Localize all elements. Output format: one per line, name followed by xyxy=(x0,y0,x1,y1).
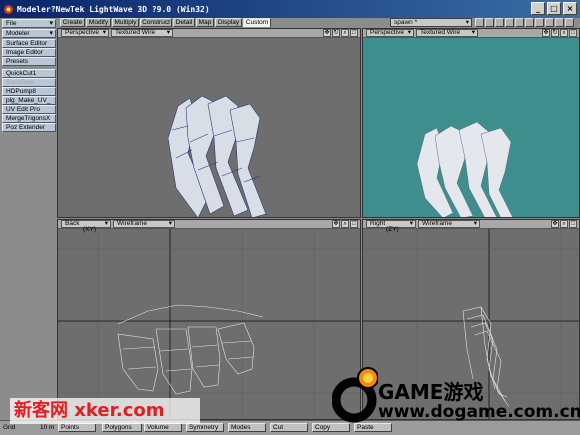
dogame-url: www.dogame.com.cn xyxy=(378,402,580,422)
zoom-view-icon[interactable]: ⌕ xyxy=(341,220,349,228)
plugin-make-uv-button[interactable]: plg_Make_UV_ xyxy=(2,96,56,105)
spawn-dropdown[interactable]: spawn * xyxy=(390,18,472,27)
presets-button[interactable]: Presets xyxy=(2,57,56,66)
xker-watermark: 新客网 xker.com xyxy=(10,398,200,424)
viewport-canvas[interactable] xyxy=(58,38,360,217)
left-toolbar: File Modeler Surface Editor Image Editor… xyxy=(0,18,57,420)
view-type-label: Back xyxy=(65,220,80,227)
hand-mesh-textured xyxy=(416,121,513,217)
viewport-top-right[interactable]: Perspective Textured Wire ✥ ↻ ⌕ □ xyxy=(362,28,580,218)
tab-multiply[interactable]: Multiply xyxy=(112,18,139,27)
symmetry-button[interactable]: Symmetry xyxy=(186,423,224,432)
view-type-dropdown[interactable]: Back (XY) xyxy=(61,220,111,233)
modes-dropdown[interactable]: Modes xyxy=(228,423,266,432)
plugin-uv-edit-pro-button[interactable]: UV Edit Pro xyxy=(2,105,56,114)
viewport-canvas[interactable] xyxy=(363,38,579,217)
viewport-header: Back (XY) Wireframe ✥ ⌕ □ xyxy=(58,220,360,233)
maximize-view-icon[interactable]: □ xyxy=(350,29,358,37)
surface-editor-button[interactable]: Surface Editor xyxy=(2,39,56,48)
layer-button-9[interactable] xyxy=(555,18,564,27)
layer-button-7[interactable] xyxy=(535,18,544,27)
cut-button[interactable]: Cut xyxy=(270,423,308,432)
points-mode-button[interactable]: Points xyxy=(58,423,96,432)
zoom-view-icon[interactable]: ⌕ xyxy=(560,220,568,228)
plugin-quickcut-button[interactable]: QuickCut1 xyxy=(2,69,56,78)
move-view-icon[interactable]: ✥ xyxy=(551,220,559,228)
title-bar: Modeler?NewTek LightWave 3D ?9.0 (Win32)… xyxy=(0,0,580,18)
viewport-header: Right (ZY) Wireframe ✥ ⌕ □ xyxy=(363,220,579,233)
tab-create[interactable]: Create xyxy=(60,18,85,27)
viewport-bottom-left[interactable]: Back (XY) Wireframe ✥ ⌕ □ xyxy=(57,219,361,420)
dogame-logo-icon xyxy=(332,367,378,423)
render-mode-dropdown[interactable]: Wireframe xyxy=(113,220,175,228)
minimize-button[interactable]: _ xyxy=(531,2,545,15)
view-type-dropdown[interactable]: Right (ZY) xyxy=(366,220,416,233)
rotate-view-icon[interactable]: ↻ xyxy=(551,29,559,37)
tab-display[interactable]: Display xyxy=(215,18,242,27)
volume-button[interactable]: Volume xyxy=(144,423,182,432)
grid-value: 10 m xyxy=(40,424,55,431)
dogame-watermark: GAME游戏 www.dogame.com.cn xyxy=(332,352,580,432)
maximize-view-icon[interactable]: □ xyxy=(569,29,577,37)
plugin-hdpump-button[interactable]: HDPump8 xyxy=(2,87,56,96)
viewport-header: Perspective Textured Wire ✥ ↻ ⌕ □ xyxy=(58,29,360,38)
plugin-bandsaw-button[interactable]: BandSaw xyxy=(2,78,56,87)
layer-button-2[interactable] xyxy=(485,18,494,27)
tab-detail[interactable]: Detail xyxy=(173,18,195,27)
layer-button-3[interactable] xyxy=(495,18,504,27)
tab-construct[interactable]: Construct xyxy=(140,18,172,27)
layer-button-4[interactable] xyxy=(505,18,514,27)
close-button[interactable]: × xyxy=(563,2,577,15)
hand-mesh-back-view xyxy=(58,229,360,419)
viewport-top-left[interactable]: Perspective Textured Wire ✥ ↻ ⌕ □ xyxy=(57,28,361,218)
rotate-view-icon[interactable]: ↻ xyxy=(332,29,340,37)
window-title: Modeler?NewTek LightWave 3D ?9.0 (Win32) xyxy=(17,4,210,14)
layer-button-6[interactable] xyxy=(525,18,534,27)
render-mode-dropdown[interactable]: Wireframe xyxy=(418,220,480,228)
move-view-icon[interactable]: ✥ xyxy=(323,29,331,37)
view-type-dropdown[interactable]: Perspective xyxy=(61,29,109,37)
polygons-mode-button[interactable]: Polygons xyxy=(102,423,142,432)
zoom-view-icon[interactable]: ⌕ xyxy=(341,29,349,37)
maximize-button[interactable]: □ xyxy=(547,2,561,15)
lightwave-app-icon xyxy=(4,4,13,14)
image-editor-button[interactable]: Image Editor xyxy=(2,48,56,57)
render-mode-dropdown[interactable]: Textured Wire xyxy=(416,29,478,37)
file-menu[interactable]: File xyxy=(2,19,56,28)
hand-mesh-perspective xyxy=(167,95,267,217)
zoom-view-icon[interactable]: ⌕ xyxy=(560,29,568,37)
view-type-dropdown[interactable]: Perspective xyxy=(366,29,414,37)
viewport-canvas[interactable] xyxy=(58,229,360,419)
tab-custom[interactable]: Custom xyxy=(243,18,271,27)
grid-label: Grid xyxy=(3,424,16,431)
viewport-header: Perspective Textured Wire ✥ ↻ ⌕ □ xyxy=(363,29,579,38)
plugin-merge-trigons-button[interactable]: MergeTrigonsX xyxy=(2,114,56,123)
layer-button-8[interactable] xyxy=(545,18,554,27)
layer-button-1[interactable] xyxy=(475,18,484,27)
tab-bar: Create Modify Multiply Construct Detail … xyxy=(57,18,580,28)
move-view-icon[interactable]: ✥ xyxy=(332,220,340,228)
maximize-view-icon[interactable]: □ xyxy=(569,220,577,228)
layer-button-10[interactable] xyxy=(565,18,574,27)
plugin-poz-extender-button[interactable]: Poz Extender xyxy=(2,123,56,132)
render-mode-dropdown[interactable]: Textured Wire xyxy=(111,29,173,37)
view-type-label: Right xyxy=(370,220,386,227)
maximize-view-icon[interactable]: □ xyxy=(350,220,358,228)
tab-modify[interactable]: Modify xyxy=(86,18,111,27)
move-view-icon[interactable]: ✥ xyxy=(542,29,550,37)
dogame-brand: GAME游戏 xyxy=(378,380,484,404)
modeler-menu[interactable]: Modeler xyxy=(2,29,56,38)
tab-map[interactable]: Map xyxy=(196,18,214,27)
layer-button-5[interactable] xyxy=(515,18,524,27)
